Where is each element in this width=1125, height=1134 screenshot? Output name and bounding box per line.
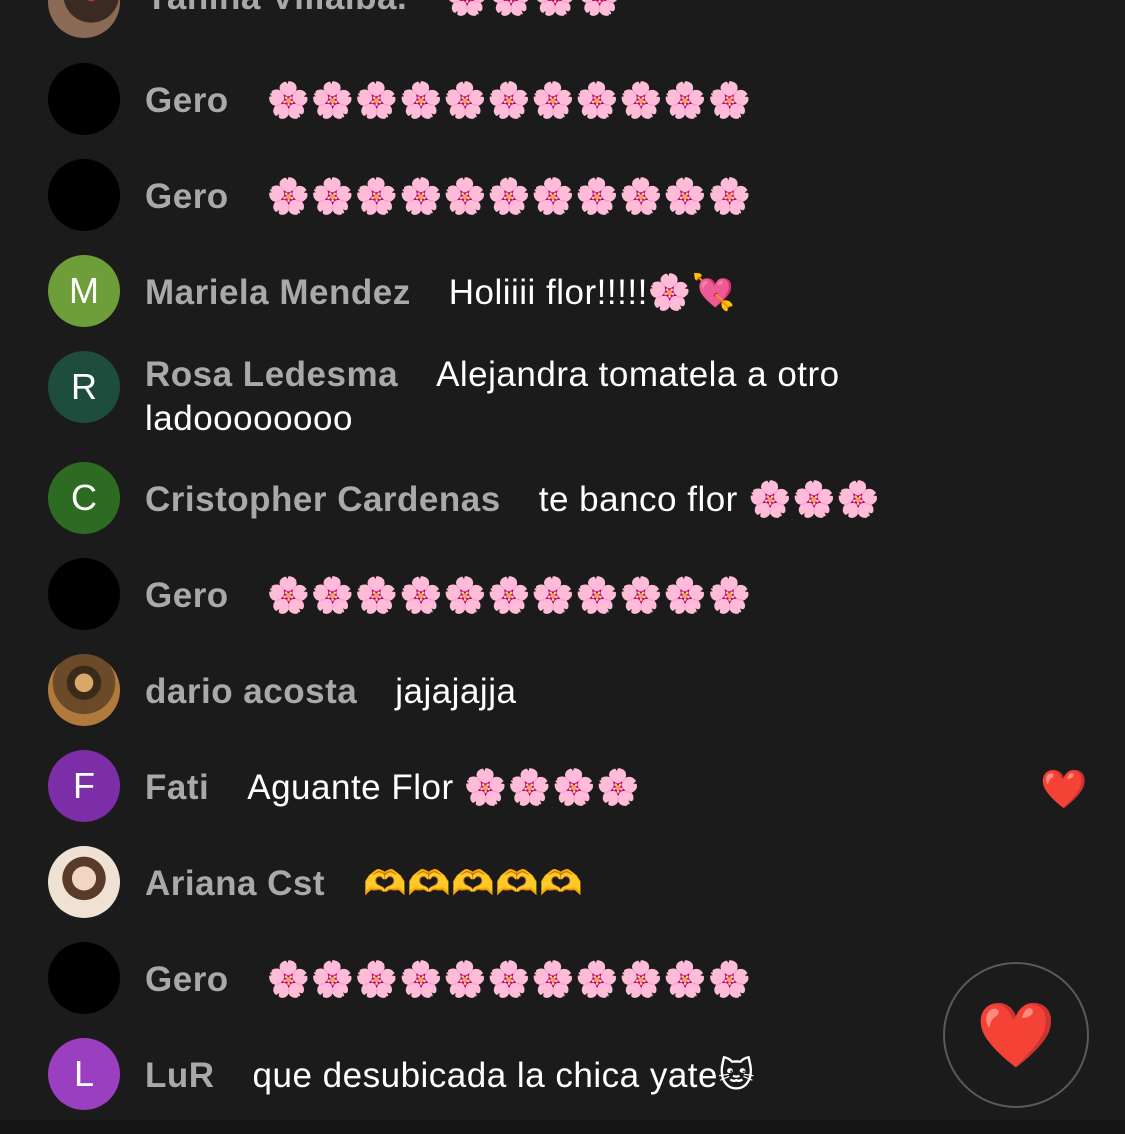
avatar[interactable] <box>48 63 120 135</box>
commenter-name[interactable]: Gero <box>145 576 229 615</box>
avatar[interactable]: L <box>48 1038 120 1110</box>
comment-text: 🌸🌸🌸🌸🌸🌸🌸🌸🌸🌸🌸 <box>266 177 752 216</box>
commenter-name[interactable]: Ariana Cst <box>145 864 325 903</box>
avatar[interactable]: R <box>48 351 120 423</box>
avatar[interactable]: F <box>48 750 120 822</box>
comment-text: 🌸🌸🌸🌸🌸🌸🌸🌸🌸🌸🌸 <box>266 960 752 999</box>
commenter-name[interactable]: Gero <box>145 177 229 216</box>
avatar[interactable] <box>48 942 120 1014</box>
avatar[interactable]: M <box>48 255 120 327</box>
commenter-name[interactable]: LuR <box>145 1056 215 1095</box>
avatar[interactable] <box>48 558 120 630</box>
commenter-name[interactable]: Rosa Ledesma <box>145 355 398 394</box>
avatar[interactable] <box>48 846 120 918</box>
commenter-name[interactable]: dario acosta <box>145 672 357 711</box>
comment-text: jajajajja <box>395 672 517 711</box>
avatar[interactable]: C <box>48 462 120 534</box>
commenter-name[interactable]: Gero <box>145 960 229 999</box>
comment-text: 🌸🌸🌸🌸 <box>445 0 621 17</box>
comment-text: 🌸🌸🌸🌸🌸🌸🌸🌸🌸🌸🌸 <box>266 576 752 615</box>
comment-text: Aguante Flor 🌸🌸🌸🌸 <box>247 768 641 807</box>
comment-text: que desubicada la chica yate🐱 <box>252 1056 755 1095</box>
commenter-name[interactable]: Mariela Mendez <box>145 273 411 312</box>
bottom-edge <box>0 1120 1125 1134</box>
commenter-name[interactable]: Gero <box>145 81 229 120</box>
comment-text: 🌸🌸🌸🌸🌸🌸🌸🌸🌸🌸🌸 <box>266 81 752 120</box>
commenter-name[interactable]: Yanina Villalba. <box>145 0 407 17</box>
comment-text: Holiiii flor!!!!!🌸💘 <box>448 273 736 312</box>
comment-text: te banco flor 🌸🌸🌸 <box>538 480 881 519</box>
avatar[interactable] <box>48 654 120 726</box>
commenter-name[interactable]: Fati <box>145 768 209 807</box>
like-button[interactable]: ❤️ <box>943 962 1089 1108</box>
avatar[interactable] <box>48 159 120 231</box>
commenter-name[interactable]: Cristopher Cardenas <box>145 480 501 519</box>
live-chat[interactable]: Yanina Villalba. 🌸🌸🌸🌸 Gero 🌸🌸🌸🌸🌸🌸🌸🌸🌸🌸🌸 Ger… <box>0 0 1125 1134</box>
heart-icon: ❤️ <box>976 999 1056 1071</box>
avatar[interactable] <box>48 0 120 38</box>
liked-heart-icon[interactable]: ❤️ <box>1040 768 1087 812</box>
comment-text: 🫶🫶🫶🫶🫶 <box>363 864 584 903</box>
